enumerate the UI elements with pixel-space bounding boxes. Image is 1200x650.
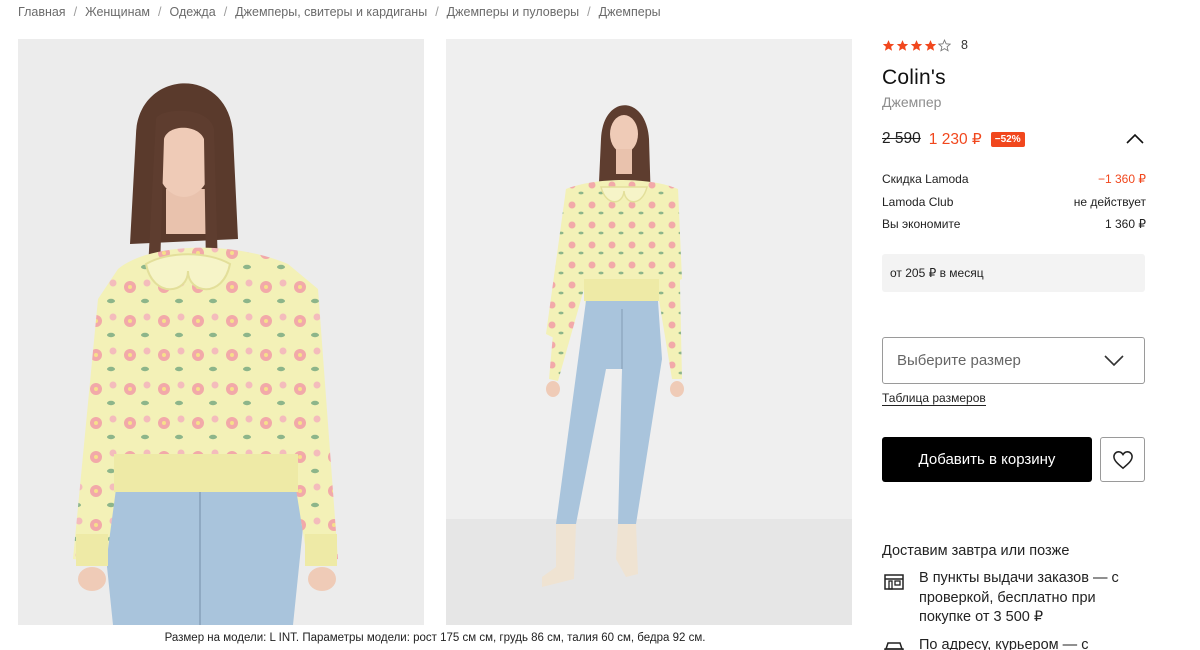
breadcrumb-item-jumpers-pullovers[interactable]: Джемперы и пуловеры [447,5,579,21]
size-select-placeholder: Выберите размер [897,352,1021,369]
breadcrumb-item-jumpers-sweaters-cardigans[interactable]: Джемперы, свитеры и кардиганы [235,5,427,21]
breadcrumb-item-clothes[interactable]: Одежда [170,5,216,21]
star-empty-icon [938,38,951,52]
price-detail-savings: Вы экономите 1 360 ₽ [882,217,1146,231]
size-select[interactable]: Выберите размер [882,337,1145,384]
price-detail-lamoda-club: Lamoda Club не действует [882,195,1146,209]
product-photo-closeup[interactable] [18,39,424,625]
pickup-point-icon [884,574,904,590]
breadcrumb-item-jumpers[interactable]: Джемперы [599,5,661,21]
star-filled-icon [924,39,937,51]
breadcrumb-separator: / [73,5,78,19]
price-row: 2 590 1 230 ₽ −52% [882,129,1146,149]
price-detail-label: Вы экономите [882,217,961,231]
chevron-down-icon [1104,355,1124,367]
installment-banner[interactable]: от 205 ₽ в месяц [882,254,1145,292]
product-type: Джемпер [882,94,942,110]
delivery-title: Доставим завтра или позже [882,543,1070,559]
price-detail-label: Lamoda Club [882,195,954,209]
model-size-caption: Размер на модели: L INT. Параметры модел… [164,632,706,644]
add-to-cart-button[interactable]: Добавить в корзину [882,437,1092,482]
delivery-option-text: По адресу, курьером — с [919,637,1089,650]
breadcrumb-separator: / [223,5,228,19]
heart-icon [1113,451,1133,470]
new-price: 1 230 ₽ [928,130,982,148]
model-closeup-image [18,39,424,625]
breadcrumb-separator: / [587,5,591,19]
price-detail-lamoda-discount: Скидка Lamoda −1 360 ₽ [882,172,1146,186]
product-info-panel: 8 Colin's Джемпер 2 590 1 230 ₽ −52% Ски… [882,0,1146,650]
courier-car-icon [884,642,904,650]
delivery-option-text: В пункты выдачи заказов — с проверкой, б… [919,570,1119,625]
rating-count: 8 [961,38,968,52]
price-detail-value: −1 360 ₽ [1097,172,1146,186]
breadcrumb-item-women[interactable]: Женщинам [85,5,150,21]
star-filled-icon [882,39,895,51]
brand-name[interactable]: Colin's [882,66,946,90]
model-full-image [446,39,852,625]
price-detail-label: Скидка Lamoda [882,172,969,186]
breadcrumb-separator: / [158,5,162,19]
breadcrumb-separator: / [435,5,439,19]
chevron-up-icon[interactable] [1126,132,1144,146]
breadcrumb: Главная / Женщинам / Одежда / Джемперы, … [18,5,661,21]
breadcrumb-item-home[interactable]: Главная [18,5,66,21]
price-detail-value: 1 360 ₽ [1105,217,1146,231]
size-table-link[interactable]: Таблица размеров [882,392,986,406]
discount-badge: −52% [990,131,1025,147]
star-filled-icon [896,39,909,51]
price-detail-value: не действует [1073,195,1146,209]
star-filled-icon [910,39,923,51]
old-price: 2 590 [882,130,921,147]
rating[interactable]: 8 [882,38,968,52]
product-photo-full[interactable] [446,39,852,625]
add-to-wishlist-button[interactable] [1100,437,1145,482]
